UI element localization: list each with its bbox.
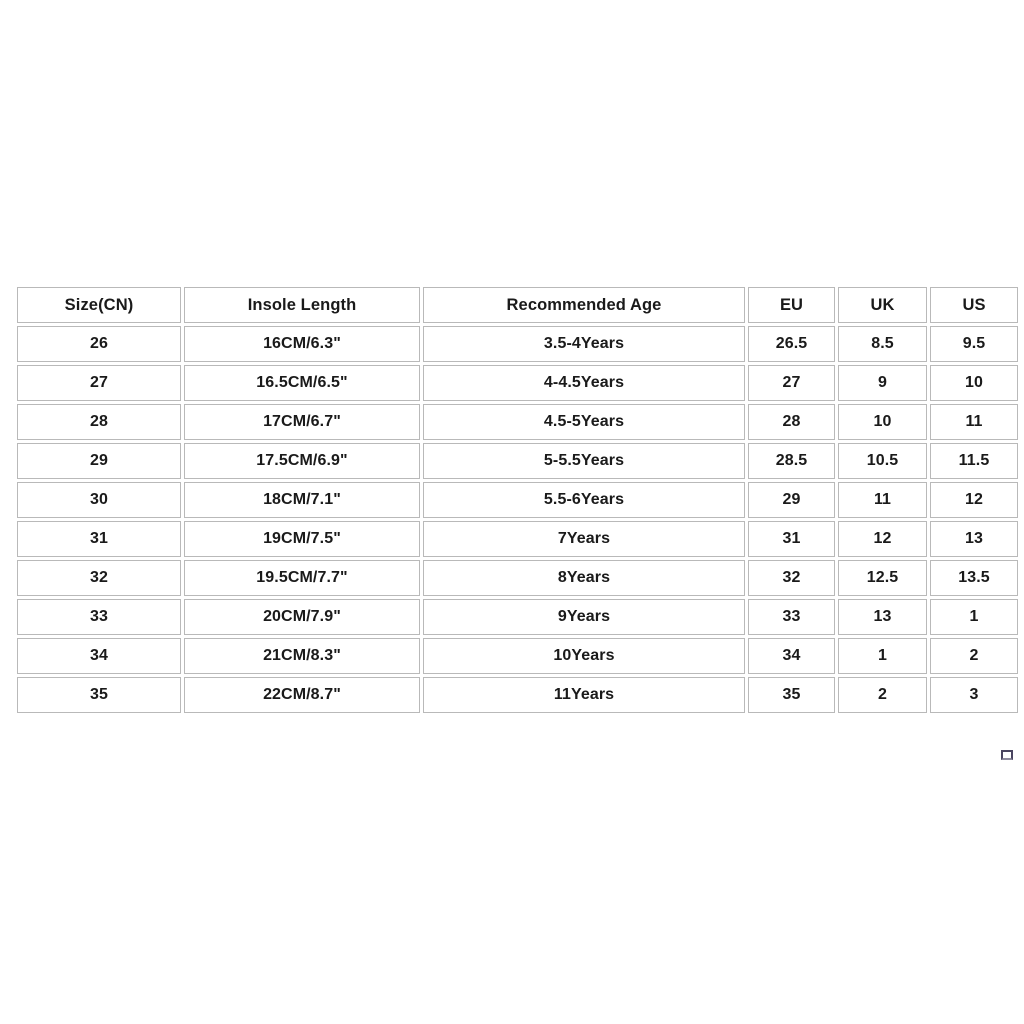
cell-us: 12 xyxy=(930,482,1018,518)
cell-eu: 28.5 xyxy=(748,443,835,479)
cell-size-cn: 33 xyxy=(17,599,181,635)
cell-us: 2 xyxy=(930,638,1018,674)
cell-eu: 29 xyxy=(748,482,835,518)
cell-insole-length: 17.5CM/6.9" xyxy=(184,443,420,479)
column-header-us: US xyxy=(930,287,1018,323)
cell-us: 1 xyxy=(930,599,1018,635)
cell-eu: 32 xyxy=(748,560,835,596)
cell-uk: 8.5 xyxy=(838,326,927,362)
column-header-size-cn: Size(CN) xyxy=(17,287,181,323)
cell-recommended-age: 7Years xyxy=(423,521,745,557)
table-row: 28 17CM/6.7" 4.5-5Years 28 10 11 xyxy=(17,404,1018,440)
cell-recommended-age: 5-5.5Years xyxy=(423,443,745,479)
table-row: 34 21CM/8.3" 10Years 34 1 2 xyxy=(17,638,1018,674)
table-row: 26 16CM/6.3" 3.5-4Years 26.5 8.5 9.5 xyxy=(17,326,1018,362)
cell-recommended-age: 5.5-6Years xyxy=(423,482,745,518)
cell-uk: 1 xyxy=(838,638,927,674)
size-chart: Size(CN) Insole Length Recommended Age E… xyxy=(14,284,1018,716)
cell-insole-length: 17CM/6.7" xyxy=(184,404,420,440)
table-row: 27 16.5CM/6.5" 4-4.5Years 27 9 10 xyxy=(17,365,1018,401)
cell-us: 13 xyxy=(930,521,1018,557)
cell-size-cn: 29 xyxy=(17,443,181,479)
table-header-row: Size(CN) Insole Length Recommended Age E… xyxy=(17,287,1018,323)
column-header-insole-length: Insole Length xyxy=(184,287,420,323)
cell-recommended-age: 4-4.5Years xyxy=(423,365,745,401)
corner-bracket-artifact xyxy=(1001,750,1013,760)
table-row: 30 18CM/7.1" 5.5-6Years 29 11 12 xyxy=(17,482,1018,518)
cell-recommended-age: 11Years xyxy=(423,677,745,713)
cell-uk: 10.5 xyxy=(838,443,927,479)
table-row: 32 19.5CM/7.7" 8Years 32 12.5 13.5 xyxy=(17,560,1018,596)
cell-recommended-age: 10Years xyxy=(423,638,745,674)
column-header-eu: EU xyxy=(748,287,835,323)
cell-recommended-age: 3.5-4Years xyxy=(423,326,745,362)
cell-insole-length: 19CM/7.5" xyxy=(184,521,420,557)
cell-size-cn: 34 xyxy=(17,638,181,674)
cell-eu: 33 xyxy=(748,599,835,635)
cell-us: 3 xyxy=(930,677,1018,713)
table-row: 29 17.5CM/6.9" 5-5.5Years 28.5 10.5 11.5 xyxy=(17,443,1018,479)
cell-uk: 12.5 xyxy=(838,560,927,596)
cell-insole-length: 16CM/6.3" xyxy=(184,326,420,362)
cell-size-cn: 30 xyxy=(17,482,181,518)
cell-size-cn: 27 xyxy=(17,365,181,401)
cell-insole-length: 19.5CM/7.7" xyxy=(184,560,420,596)
table-row: 31 19CM/7.5" 7Years 31 12 13 xyxy=(17,521,1018,557)
cell-uk: 10 xyxy=(838,404,927,440)
cell-us: 9.5 xyxy=(930,326,1018,362)
cell-uk: 13 xyxy=(838,599,927,635)
table-row: 35 22CM/8.7" 11Years 35 2 3 xyxy=(17,677,1018,713)
cell-eu: 28 xyxy=(748,404,835,440)
size-conversion-table: Size(CN) Insole Length Recommended Age E… xyxy=(14,284,1021,716)
cell-recommended-age: 9Years xyxy=(423,599,745,635)
cell-eu: 26.5 xyxy=(748,326,835,362)
cell-size-cn: 28 xyxy=(17,404,181,440)
cell-size-cn: 32 xyxy=(17,560,181,596)
cell-uk: 11 xyxy=(838,482,927,518)
table-body: Size(CN) Insole Length Recommended Age E… xyxy=(17,287,1018,713)
cell-us: 10 xyxy=(930,365,1018,401)
cell-recommended-age: 8Years xyxy=(423,560,745,596)
cell-insole-length: 16.5CM/6.5" xyxy=(184,365,420,401)
cell-recommended-age: 4.5-5Years xyxy=(423,404,745,440)
column-header-recommended-age: Recommended Age xyxy=(423,287,745,323)
cell-uk: 2 xyxy=(838,677,927,713)
cell-insole-length: 18CM/7.1" xyxy=(184,482,420,518)
cell-us: 11.5 xyxy=(930,443,1018,479)
cell-eu: 34 xyxy=(748,638,835,674)
cell-insole-length: 21CM/8.3" xyxy=(184,638,420,674)
cell-insole-length: 20CM/7.9" xyxy=(184,599,420,635)
cell-size-cn: 35 xyxy=(17,677,181,713)
table-row: 33 20CM/7.9" 9Years 33 13 1 xyxy=(17,599,1018,635)
cell-eu: 35 xyxy=(748,677,835,713)
cell-size-cn: 26 xyxy=(17,326,181,362)
cell-us: 13.5 xyxy=(930,560,1018,596)
cell-eu: 27 xyxy=(748,365,835,401)
cell-us: 11 xyxy=(930,404,1018,440)
cell-uk: 9 xyxy=(838,365,927,401)
cell-eu: 31 xyxy=(748,521,835,557)
column-header-uk: UK xyxy=(838,287,927,323)
cell-uk: 12 xyxy=(838,521,927,557)
cell-insole-length: 22CM/8.7" xyxy=(184,677,420,713)
cell-size-cn: 31 xyxy=(17,521,181,557)
